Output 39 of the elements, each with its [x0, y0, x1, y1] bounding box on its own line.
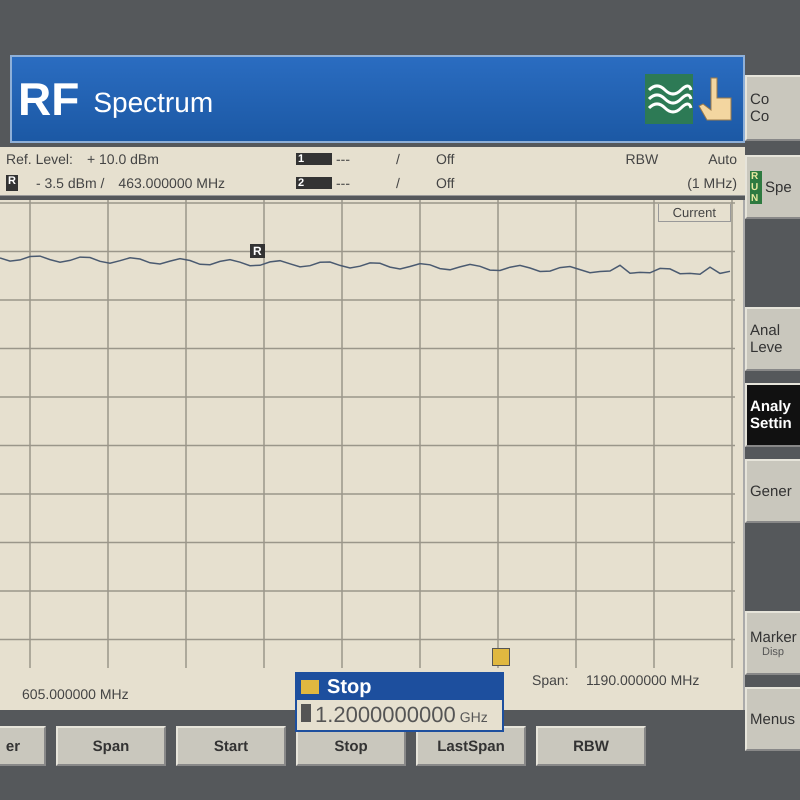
stop-value: 1.2000000000 [315, 702, 456, 728]
side-key[interactable]: Analy Settin [745, 383, 800, 447]
ref-level-value: + 10.0 dBm [86, 151, 159, 167]
side-button[interactable]: Co Co [745, 75, 800, 141]
ref-level-label: Ref. Level: [6, 151, 73, 167]
start-frequency: 605.000000 MHz [22, 686, 129, 702]
side-key[interactable]: Anal Leve [745, 307, 800, 371]
span-label: Span: [532, 672, 569, 688]
softkey-button[interactable]: RBW [536, 726, 646, 766]
marker-symbol: 1 [296, 153, 332, 165]
span-value: 1190.000000 MHz [586, 672, 700, 688]
run-indicator: RUN [750, 170, 762, 204]
softkey-button[interactable]: er [0, 726, 46, 766]
marker-symbol: R [250, 244, 265, 258]
rbw-detail: (1 MHz) [686, 175, 738, 191]
logo-text: RF [18, 72, 80, 126]
marker-value: --- [336, 175, 351, 191]
stop-value-field[interactable]: 1.2000000000 GHz [297, 700, 502, 730]
ref-marker-symbol: R [6, 175, 18, 191]
marker-symbol: 2 [296, 177, 332, 189]
marker-separator: / [396, 151, 401, 167]
side-key[interactable]: Marker Disp [745, 611, 800, 675]
side-key[interactable]: Gener [745, 459, 800, 523]
header-title: Spectrum [93, 87, 214, 119]
ref-marker-frequency: 463.000000 MHz [118, 175, 226, 191]
stop-unit: GHz [460, 709, 488, 725]
softkey-button[interactable]: Start [176, 726, 286, 766]
wave-icon[interactable] [645, 74, 693, 124]
softkey-button[interactable]: Span [56, 726, 166, 766]
marker-value: --- [336, 151, 351, 167]
ref-marker-level: - 3.5 dBm / [36, 175, 104, 191]
popup-title: Stop [327, 676, 372, 698]
trace-label: Current [658, 204, 731, 222]
marker-state: Off [436, 151, 456, 167]
side-key[interactable]: Menus [745, 687, 800, 751]
rbw-value: Auto [708, 151, 737, 167]
marker-state: Off [436, 175, 456, 191]
rbw-label: RBW [626, 151, 658, 167]
marker-separator: / [396, 175, 401, 191]
